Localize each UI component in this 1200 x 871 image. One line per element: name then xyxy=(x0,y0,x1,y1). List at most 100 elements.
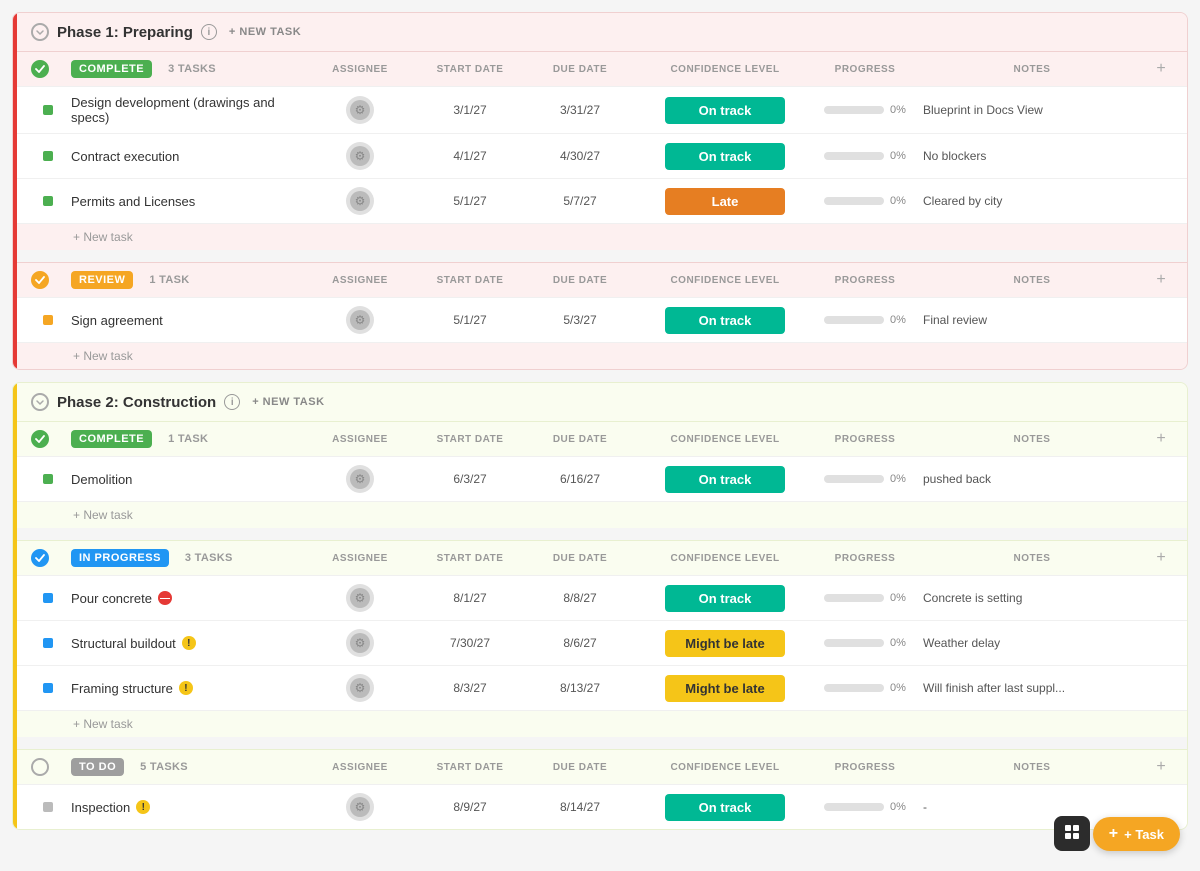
task-name[interactable]: Design development (drawings and specs) xyxy=(71,95,305,125)
phase-1-review-count: 1 TASK xyxy=(149,274,189,286)
task-notes: No blockers xyxy=(915,149,1149,163)
task-assignee: ⚙ xyxy=(305,96,415,124)
task-assignee: ⚙ xyxy=(305,629,415,657)
warning-icon: ! xyxy=(136,800,150,814)
phase-1-container: Phase 1: Preparing i + NEW TASK COMPLETE… xyxy=(12,12,1188,370)
task-row: Demolition ⚙ 6/3/27 6/16/27 On track 0% … xyxy=(17,456,1187,501)
task-name[interactable]: Contract execution xyxy=(71,149,305,164)
task-name[interactable]: Permits and Licenses xyxy=(71,194,305,209)
task-due-date: 5/3/27 xyxy=(525,313,635,327)
col-confidence-4: CONFIDENCE LEVEL xyxy=(635,553,815,564)
new-task-phase2-complete[interactable]: + New task xyxy=(17,501,1187,528)
task-due-date: 8/6/27 xyxy=(525,636,635,650)
col-progress-5: PROGRESS xyxy=(815,762,915,773)
task-progress: 0% xyxy=(815,150,915,162)
task-confidence: Might be late xyxy=(635,675,815,702)
phase-1-review-badge: REVIEW xyxy=(71,271,133,289)
task-indicator xyxy=(43,683,53,693)
task-start-date: 8/3/27 xyxy=(415,681,525,695)
grid-view-button[interactable] xyxy=(1054,816,1090,851)
task-notes: pushed back xyxy=(915,472,1149,486)
phase-1-status-bar xyxy=(13,13,17,369)
col-confidence-2: CONFIDENCE LEVEL xyxy=(635,275,815,286)
phase-1-complete-count: 3 TASKS xyxy=(168,63,216,75)
task-assignee: ⚙ xyxy=(305,674,415,702)
task-confidence: On track xyxy=(635,466,815,493)
task-assignee: ⚙ xyxy=(305,187,415,215)
task-row: Permits and Licenses ⚙ 5/1/27 5/7/27 Lat… xyxy=(17,178,1187,223)
task-name[interactable]: Framing structure ! xyxy=(71,681,305,696)
task-name[interactable]: Sign agreement xyxy=(71,313,305,328)
phase-1-complete-check[interactable] xyxy=(31,60,49,78)
col-confidence-1: CONFIDENCE LEVEL xyxy=(635,64,815,75)
task-name[interactable]: Pour concrete — xyxy=(71,591,305,606)
phase-2-todo-check[interactable] xyxy=(31,758,49,776)
task-assignee: ⚙ xyxy=(305,793,415,821)
phase-2-complete-badge: COMPLETE xyxy=(71,430,152,448)
task-indicator xyxy=(43,802,53,812)
task-start-date: 8/9/27 xyxy=(415,800,525,814)
add-task-button[interactable]: + + Task xyxy=(1093,817,1180,851)
col-notes-4: NOTES xyxy=(915,553,1149,564)
task-due-date: 5/7/27 xyxy=(525,194,635,208)
new-task-phase1-review[interactable]: + New task xyxy=(17,342,1187,369)
task-name[interactable]: Inspection ! xyxy=(71,800,305,815)
task-row: Framing structure ! ⚙ 8/3/27 8/13/27 Mig… xyxy=(17,665,1187,710)
task-indicator xyxy=(43,474,53,484)
phase-1-info-icon[interactable]: i xyxy=(201,24,217,40)
task-progress: 0% xyxy=(815,473,915,485)
new-task-phase1-complete[interactable]: + New task xyxy=(17,223,1187,250)
phase-1-review-check[interactable] xyxy=(31,271,49,289)
task-start-date: 6/3/27 xyxy=(415,472,525,486)
phase-1-collapse-icon[interactable] xyxy=(31,23,49,41)
col-startdate-2: START DATE xyxy=(415,275,525,286)
col-startdate-3: START DATE xyxy=(415,434,525,445)
task-start-date: 8/1/27 xyxy=(415,591,525,605)
phase-2-new-task[interactable]: + NEW TASK xyxy=(252,396,324,408)
task-name[interactable]: Structural buildout ! xyxy=(71,636,305,651)
col-notes-1: NOTES xyxy=(915,64,1149,75)
col-assignee-1: ASSIGNEE xyxy=(305,64,415,75)
col-assignee-2: ASSIGNEE xyxy=(305,275,415,286)
task-confidence: Might be late xyxy=(635,630,815,657)
add-col-5[interactable]: + xyxy=(1149,758,1173,776)
col-notes-2: NOTES xyxy=(915,275,1149,286)
add-col-3[interactable]: + xyxy=(1149,430,1173,448)
col-duedate-4: DUE DATE xyxy=(525,553,635,564)
col-startdate-4: START DATE xyxy=(415,553,525,564)
add-task-label: + Task xyxy=(1124,827,1164,842)
phase-1-header: Phase 1: Preparing i + NEW TASK xyxy=(17,13,1187,51)
add-col-4[interactable]: + xyxy=(1149,549,1173,567)
task-indicator xyxy=(43,151,53,161)
task-due-date: 8/14/27 xyxy=(525,800,635,814)
task-start-date: 5/1/27 xyxy=(415,313,525,327)
add-task-plus: + xyxy=(1109,825,1118,843)
task-row: Design development (drawings and specs) … xyxy=(17,86,1187,133)
add-col-1[interactable]: + xyxy=(1149,60,1173,78)
phase-2-inprogress-check[interactable] xyxy=(31,549,49,567)
phase-1-complete-section: COMPLETE 3 TASKS ASSIGNEE START DATE DUE… xyxy=(17,51,1187,250)
task-row: Structural buildout ! ⚙ 7/30/27 8/6/27 M… xyxy=(17,620,1187,665)
task-due-date: 6/16/27 xyxy=(525,472,635,486)
task-assignee: ⚙ xyxy=(305,465,415,493)
phase-2-title: Phase 2: Construction xyxy=(57,394,216,411)
phase-1-title: Phase 1: Preparing xyxy=(57,24,193,41)
task-name[interactable]: Demolition xyxy=(71,472,305,487)
phase-1-new-task[interactable]: + NEW TASK xyxy=(229,26,301,38)
phase-2-complete-check[interactable] xyxy=(31,430,49,448)
task-assignee: ⚙ xyxy=(305,306,415,334)
task-notes: Will finish after last suppl... xyxy=(915,681,1149,695)
task-row: Sign agreement ⚙ 5/1/27 5/3/27 On track … xyxy=(17,297,1187,342)
phase-2-todo-badge: TO DO xyxy=(71,758,124,776)
new-task-phase2-inprogress[interactable]: + New task xyxy=(17,710,1187,737)
task-indicator xyxy=(43,638,53,648)
phase-2-info-icon[interactable]: i xyxy=(224,394,240,410)
phase-2-collapse-icon[interactable] xyxy=(31,393,49,411)
task-progress: 0% xyxy=(815,592,915,604)
col-confidence-3: CONFIDENCE LEVEL xyxy=(635,434,815,445)
col-progress-4: PROGRESS xyxy=(815,553,915,564)
add-col-2[interactable]: + xyxy=(1149,271,1173,289)
phase-2-todo-count: 5 TASKS xyxy=(140,761,188,773)
task-indicator xyxy=(43,105,53,115)
task-notes: Blueprint in Docs View xyxy=(915,103,1149,117)
